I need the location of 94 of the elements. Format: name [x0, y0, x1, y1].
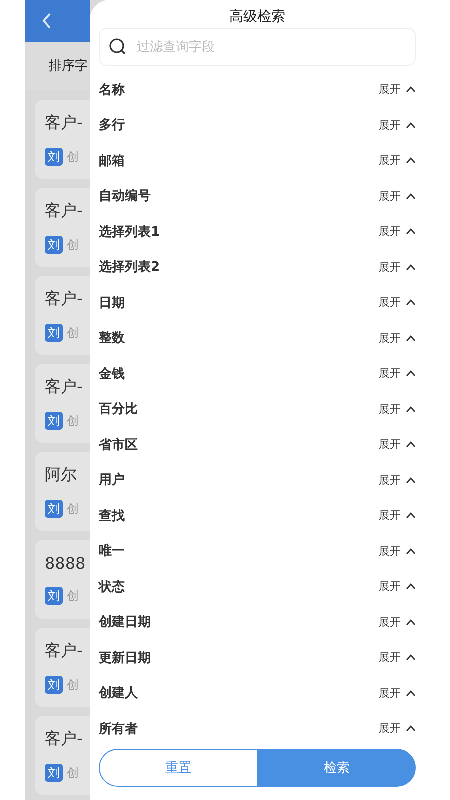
- chevron-up-icon: [406, 299, 416, 306]
- chevron-up-icon: [406, 618, 416, 626]
- field-label: 选择列表1: [99, 224, 160, 241]
- avatar: 刘: [45, 764, 63, 782]
- expand-toggle[interactable]: 展开: [379, 437, 416, 452]
- field-label: 创建人: [99, 685, 138, 702]
- card-meta: 创: [67, 324, 79, 342]
- avatar: 刘: [45, 412, 63, 430]
- record-card[interactable]: 客户- 刘 创: [35, 628, 90, 707]
- back-icon[interactable]: [42, 13, 52, 29]
- panel-title: 高级检索: [228, 8, 286, 26]
- expand-toggle[interactable]: 展开: [379, 366, 416, 382]
- card-meta: 创: [67, 500, 79, 518]
- chevron-up-icon: [406, 192, 416, 200]
- record-card[interactable]: 客户- 刘 创: [35, 716, 90, 795]
- expand-toggle[interactable]: 展开: [379, 295, 416, 310]
- field-label: 创建日期: [99, 614, 151, 632]
- chevron-up-icon: [406, 334, 416, 342]
- expand-toggle[interactable]: 展开: [379, 579, 416, 594]
- avatar: 刘: [45, 236, 63, 254]
- field-label: 更新日期: [99, 650, 151, 667]
- record-card[interactable]: 8888 刘 创: [35, 540, 90, 619]
- field-label: 所有者: [99, 720, 138, 738]
- record-card[interactable]: 阿尔 刘 创: [35, 452, 90, 531]
- chevron-up-icon: [406, 370, 416, 378]
- avatar: 刘: [45, 324, 63, 342]
- field-label: 整数: [99, 330, 125, 348]
- record-card[interactable]: 客户- 刘 创: [35, 100, 90, 179]
- field-label: 金钱: [99, 366, 125, 383]
- card-title: 客户-: [45, 641, 83, 662]
- expand-toggle[interactable]: 展开: [379, 260, 416, 275]
- chevron-up-icon: [406, 86, 416, 94]
- expand-toggle[interactable]: 展开: [379, 82, 416, 98]
- chevron-up-icon: [406, 228, 416, 236]
- record-card[interactable]: 客户- 刘 创: [35, 364, 90, 443]
- field-label: 百分比: [99, 401, 138, 418]
- field-label: 查找: [99, 508, 125, 525]
- chevron-up-icon: [406, 476, 416, 484]
- card-title: 客户-: [45, 377, 83, 398]
- search-field[interactable]: 过滤查询字段: [99, 28, 416, 66]
- field-label: 状态: [99, 578, 125, 596]
- avatar: 刘: [45, 148, 63, 166]
- card-title: 客户-: [45, 289, 83, 310]
- field-label: 自动编号: [99, 188, 151, 206]
- expand-toggle[interactable]: 展开: [379, 686, 416, 701]
- expand-toggle[interactable]: 展开: [379, 330, 416, 346]
- sort-label[interactable]: 排序字: [49, 57, 88, 75]
- card-meta: 创: [67, 148, 79, 166]
- card-title: 客户-: [45, 201, 83, 222]
- record-card[interactable]: 客户- 刘 创: [35, 188, 90, 267]
- field-label: 邮箱: [99, 152, 125, 170]
- chevron-up-icon: [406, 583, 416, 590]
- expand-toggle[interactable]: 展开: [379, 153, 416, 168]
- field-label: 名称: [99, 82, 125, 99]
- card-meta: 创: [67, 764, 79, 782]
- chevron-up-icon: [406, 264, 416, 271]
- expand-toggle[interactable]: 展开: [379, 508, 416, 524]
- chevron-up-icon: [406, 725, 416, 732]
- field-label: 唯一: [99, 542, 125, 560]
- chevron-up-icon: [406, 441, 416, 448]
- expand-toggle[interactable]: 展开: [379, 118, 416, 133]
- expand-toggle[interactable]: 展开: [379, 614, 416, 630]
- chevron-up-icon: [406, 157, 416, 164]
- expand-toggle[interactable]: 展开: [379, 650, 416, 666]
- avatar: 刘: [45, 676, 63, 694]
- card-meta: 创: [67, 676, 79, 694]
- field-label: 选择列表2: [99, 259, 160, 276]
- card-meta: 创: [67, 412, 79, 430]
- field-label: 日期: [99, 294, 125, 312]
- chevron-up-icon: [406, 548, 416, 555]
- chevron-up-icon: [406, 512, 416, 520]
- avatar: 刘: [45, 500, 63, 518]
- expand-toggle[interactable]: 展开: [379, 188, 416, 204]
- card-title: 阿尔: [45, 465, 77, 486]
- card-title: 客户-: [45, 729, 83, 750]
- chevron-up-icon: [406, 654, 416, 662]
- search-icon: [109, 38, 127, 56]
- field-label: 省市区: [99, 436, 138, 454]
- avatar: 刘: [45, 587, 63, 605]
- chevron-up-icon: [406, 122, 416, 129]
- chevron-up-icon: [406, 690, 416, 697]
- card-title: 客户-: [45, 113, 83, 134]
- record-card[interactable]: 客户- 刘 创: [35, 276, 90, 355]
- expand-toggle[interactable]: 展开: [379, 224, 416, 240]
- card-meta: 创: [67, 588, 79, 604]
- chevron-up-icon: [406, 406, 416, 413]
- expand-toggle[interactable]: 展开: [379, 472, 416, 488]
- expand-toggle[interactable]: 展开: [379, 544, 416, 559]
- expand-toggle[interactable]: 展开: [379, 402, 416, 417]
- card-title: 8888: [45, 554, 86, 573]
- field-label: 多行: [99, 117, 125, 134]
- field-label: 用户: [99, 472, 125, 490]
- card-meta: 创: [67, 236, 79, 254]
- expand-toggle[interactable]: 展开: [379, 721, 416, 736]
